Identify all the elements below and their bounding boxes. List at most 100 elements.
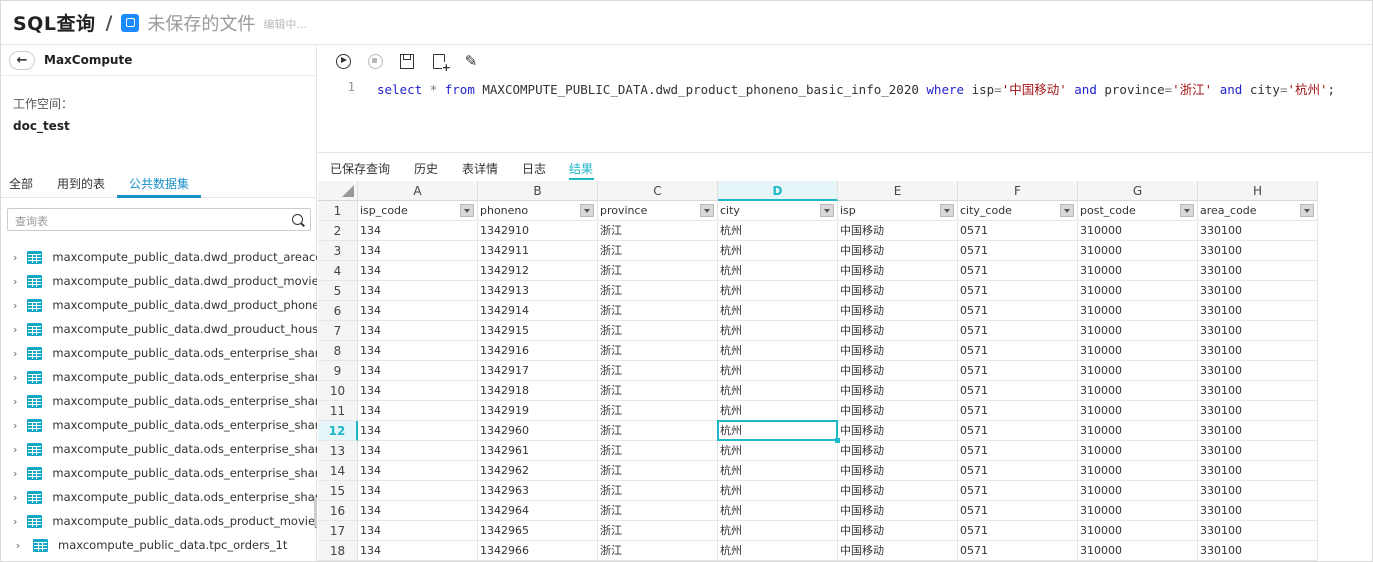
table-cell[interactable]: 310000 [1078, 361, 1198, 381]
table-cell[interactable]: 0571 [958, 341, 1078, 361]
chevron-right-icon[interactable]: › [13, 347, 17, 360]
filter-dropdown-icon[interactable] [1060, 204, 1074, 217]
table-cell[interactable]: 0571 [958, 441, 1078, 461]
row-header[interactable]: 3 [318, 241, 358, 261]
row-header[interactable]: 9 [318, 361, 358, 381]
table-list-item[interactable]: › maxcompute_public_data.ods_product_movi… [1, 509, 317, 533]
table-cell[interactable]: 134 [358, 481, 478, 501]
table-cell[interactable]: 330100 [1198, 501, 1318, 521]
table-cell[interactable]: 中国移动 [838, 461, 958, 481]
table-cell[interactable]: 杭州 [718, 301, 838, 321]
filter-dropdown-icon[interactable] [460, 204, 474, 217]
table-cell[interactable]: 0571 [958, 261, 1078, 281]
field-header-cell[interactable]: post_code [1078, 201, 1198, 221]
table-cell[interactable]: 310000 [1078, 281, 1198, 301]
table-cell[interactable]: 134 [358, 301, 478, 321]
table-cell[interactable]: 330100 [1198, 421, 1318, 441]
table-cell[interactable]: 中国移动 [838, 261, 958, 281]
column-header-c[interactable]: C [598, 181, 718, 201]
table-cell[interactable]: 330100 [1198, 321, 1318, 341]
tab-all[interactable]: 全部 [9, 175, 33, 192]
column-header-h[interactable]: H [1198, 181, 1318, 201]
table-cell[interactable]: 330100 [1198, 381, 1318, 401]
row-header[interactable]: 6 [318, 301, 358, 321]
table-cell[interactable]: 134 [358, 421, 478, 441]
table-cell[interactable]: 1342912 [478, 261, 598, 281]
table-cell[interactable]: 310000 [1078, 221, 1198, 241]
chevron-right-icon[interactable]: › [13, 419, 17, 432]
table-cell[interactable]: 134 [358, 261, 478, 281]
table-cell[interactable]: 0571 [958, 461, 1078, 481]
table-cell[interactable]: 浙江 [598, 461, 718, 481]
table-cell[interactable]: 134 [358, 441, 478, 461]
table-cell[interactable]: 330100 [1198, 341, 1318, 361]
table-cell[interactable]: 浙江 [598, 241, 718, 261]
table-cell[interactable]: 中国移动 [838, 221, 958, 241]
table-cell[interactable]: 1342916 [478, 341, 598, 361]
table-cell[interactable]: 310000 [1078, 381, 1198, 401]
table-cell[interactable]: 330100 [1198, 221, 1318, 241]
table-cell[interactable]: 1342964 [478, 501, 598, 521]
table-cell[interactable]: 330100 [1198, 361, 1318, 381]
file-name[interactable]: 未保存的文件 [147, 10, 255, 36]
table-list-item[interactable]: › maxcompute_public_data.dwd_prouduct_hou… [1, 317, 317, 341]
table-cell[interactable]: 134 [358, 361, 478, 381]
table-list-item[interactable]: › maxcompute_public_data.ods_enterprise_s… [1, 461, 317, 485]
table-cell[interactable]: 浙江 [598, 401, 718, 421]
table-cell[interactable]: 0571 [958, 481, 1078, 501]
table-cell[interactable]: 310000 [1078, 461, 1198, 481]
tab-saved-queries[interactable]: 已保存查询 [330, 160, 390, 177]
column-header-f[interactable]: F [958, 181, 1078, 201]
table-cell[interactable]: 330100 [1198, 521, 1318, 541]
table-cell[interactable]: 330100 [1198, 461, 1318, 481]
table-cell[interactable]: 中国移动 [838, 361, 958, 381]
table-cell[interactable]: 中国移动 [838, 421, 958, 441]
table-cell[interactable]: 杭州 [718, 321, 838, 341]
table-cell[interactable]: 310000 [1078, 521, 1198, 541]
table-list-item[interactable]: › maxcompute_public_data.ods_enterprise_s… [1, 413, 317, 437]
table-cell[interactable]: 330100 [1198, 441, 1318, 461]
filter-dropdown-icon[interactable] [820, 204, 834, 217]
row-header[interactable]: 16 [318, 501, 358, 521]
table-list-item[interactable]: › maxcompute_public_data.dwd_product_phon… [1, 293, 317, 317]
chevron-right-icon[interactable]: › [13, 443, 17, 456]
table-cell[interactable]: 310000 [1078, 441, 1198, 461]
table-cell[interactable]: 0571 [958, 361, 1078, 381]
table-cell[interactable]: 134 [358, 341, 478, 361]
table-cell[interactable]: 330100 [1198, 401, 1318, 421]
row-header[interactable]: 11 [318, 401, 358, 421]
table-cell[interactable]: 0571 [958, 381, 1078, 401]
table-cell[interactable]: 310000 [1078, 241, 1198, 261]
filter-dropdown-icon[interactable] [1300, 204, 1314, 217]
table-cell[interactable]: 浙江 [598, 501, 718, 521]
table-cell[interactable]: 浙江 [598, 261, 718, 281]
chevron-right-icon[interactable]: › [13, 491, 17, 504]
table-cell[interactable]: 1342913 [478, 281, 598, 301]
table-cell[interactable]: 1342919 [478, 401, 598, 421]
table-cell[interactable]: 330100 [1198, 481, 1318, 501]
table-cell[interactable]: 330100 [1198, 301, 1318, 321]
table-cell[interactable]: 杭州 [718, 381, 838, 401]
row-header[interactable]: 13 [318, 441, 358, 461]
column-header-d[interactable]: D [718, 181, 838, 201]
chevron-right-icon[interactable]: › [13, 515, 17, 528]
chevron-right-icon[interactable]: › [13, 371, 17, 384]
table-cell[interactable]: 浙江 [598, 421, 718, 441]
table-cell[interactable]: 134 [358, 541, 478, 561]
chevron-right-icon[interactable]: › [13, 395, 17, 408]
table-cell[interactable]: 中国移动 [838, 501, 958, 521]
table-cell[interactable]: 中国移动 [838, 301, 958, 321]
table-cell[interactable]: 310000 [1078, 401, 1198, 421]
filter-dropdown-icon[interactable] [940, 204, 954, 217]
table-cell[interactable]: 1342962 [478, 461, 598, 481]
table-cell[interactable]: 杭州 [718, 481, 838, 501]
table-cell[interactable]: 330100 [1198, 241, 1318, 261]
tab-used-tables[interactable]: 用到的表 [57, 175, 105, 192]
table-search-input[interactable]: 查询表 [7, 208, 311, 231]
table-cell[interactable]: 134 [358, 381, 478, 401]
table-cell[interactable]: 杭州 [718, 541, 838, 561]
table-cell[interactable]: 134 [358, 521, 478, 541]
table-cell[interactable]: 134 [358, 401, 478, 421]
chevron-right-icon[interactable]: › [13, 275, 17, 288]
table-cell[interactable]: 0571 [958, 401, 1078, 421]
